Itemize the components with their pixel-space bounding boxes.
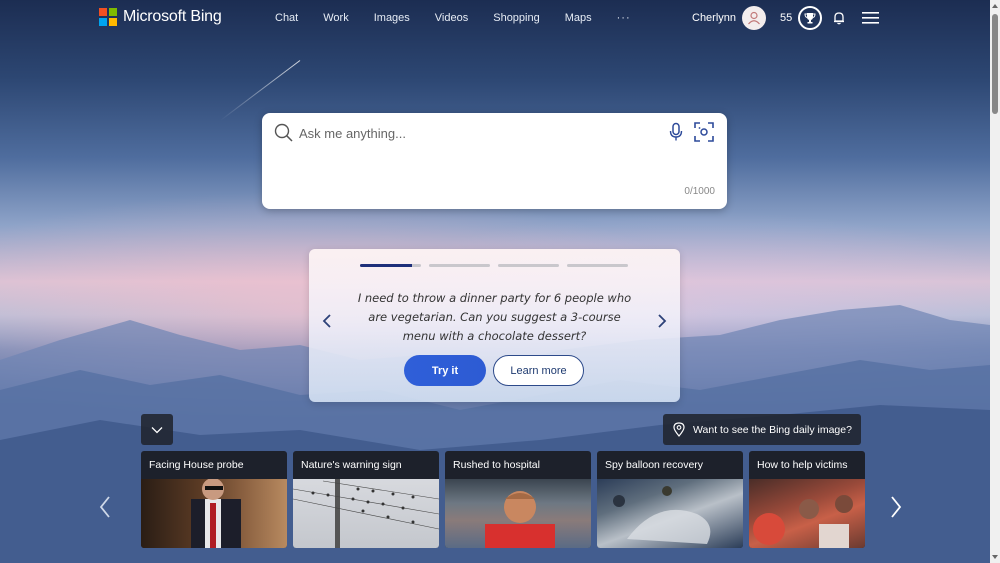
location-pin-icon xyxy=(673,422,685,437)
daily-image-label: Want to see the Bing daily image? xyxy=(693,423,852,436)
avatar[interactable] xyxy=(742,6,767,30)
news-image xyxy=(597,479,743,548)
page-scrollbar[interactable] xyxy=(990,0,1000,563)
chevron-down-icon xyxy=(151,426,163,433)
news-carousel: Facing House probe Nature's warning sign… xyxy=(141,451,865,548)
scroll-up-arrow-icon[interactable] xyxy=(991,2,999,10)
news-image xyxy=(445,479,591,548)
try-it-button[interactable]: Try it xyxy=(404,355,486,386)
header: Microsoft Bing Chat Work Images Videos S… xyxy=(0,0,990,36)
menu-button[interactable] xyxy=(862,11,880,25)
user-name[interactable]: Cherlynn xyxy=(692,12,736,24)
char-count: 0/1000 xyxy=(684,186,715,197)
bing-logo[interactable]: Microsoft Bing xyxy=(99,8,222,26)
nav-videos[interactable]: Videos xyxy=(435,12,468,24)
carousel-progress-segment[interactable] xyxy=(498,264,559,267)
learn-more-button[interactable]: Learn more xyxy=(493,355,584,386)
search-input[interactable] xyxy=(299,123,659,143)
news-card[interactable]: Facing House probe xyxy=(141,451,287,548)
news-prev-button[interactable] xyxy=(98,495,112,519)
visual-search-icon[interactable] xyxy=(694,122,714,142)
carousel-prev-button[interactable] xyxy=(321,313,333,329)
scrollbar-thumb[interactable] xyxy=(992,14,998,114)
notifications-button[interactable] xyxy=(832,11,846,25)
user-icon xyxy=(748,11,760,25)
news-card[interactable]: How to help victims xyxy=(749,451,865,548)
search-box: 0/1000 xyxy=(262,113,727,209)
carousel-progress-segment[interactable] xyxy=(567,264,628,267)
rewards-button[interactable] xyxy=(798,6,823,30)
prompt-text: I need to throw a dinner party for 6 peo… xyxy=(357,291,632,343)
news-card[interactable]: Rushed to hospital xyxy=(445,451,591,548)
microsoft-logo-icon xyxy=(99,8,117,26)
news-title: How to help victims xyxy=(757,459,848,471)
progress-fill xyxy=(360,264,412,267)
logo-text: Microsoft Bing xyxy=(123,8,222,25)
top-nav: Chat Work Images Videos Shopping Maps ··… xyxy=(275,12,656,24)
news-next-button[interactable] xyxy=(889,495,903,519)
carousel-progress-segment[interactable] xyxy=(429,264,490,267)
news-title: Facing House probe xyxy=(149,459,244,471)
news-image xyxy=(293,479,439,548)
news-title: Spy balloon recovery xyxy=(605,459,704,471)
nav-chat[interactable]: Chat xyxy=(275,12,298,24)
nav-work[interactable]: Work xyxy=(323,12,348,24)
news-card[interactable]: Nature's warning sign xyxy=(293,451,439,548)
bell-icon xyxy=(834,12,845,25)
carousel-progress xyxy=(360,264,628,267)
hamburger-icon xyxy=(862,12,880,24)
carousel-progress-segment[interactable] xyxy=(360,264,421,267)
news-title: Rushed to hospital xyxy=(453,459,540,471)
reward-points[interactable]: 55 xyxy=(780,12,792,24)
carousel-next-button[interactable] xyxy=(656,313,668,329)
chat-prompt-carousel: I need to throw a dinner party for 6 peo… xyxy=(309,249,680,402)
daily-image-button[interactable]: Want to see the Bing daily image? xyxy=(663,414,861,445)
user-area: Cherlynn 55 xyxy=(692,6,880,30)
news-title: Nature's warning sign xyxy=(301,459,402,471)
shooting-star xyxy=(219,60,301,122)
news-card[interactable]: Spy balloon recovery xyxy=(597,451,743,548)
nav-shopping[interactable]: Shopping xyxy=(493,12,540,24)
scroll-down-arrow-icon[interactable] xyxy=(991,553,999,561)
nav-maps[interactable]: Maps xyxy=(565,12,592,24)
news-image xyxy=(749,479,865,548)
search-icon xyxy=(274,123,293,142)
nav-more-button[interactable]: ··· xyxy=(617,12,631,24)
collapse-button[interactable] xyxy=(141,414,173,445)
nav-images[interactable]: Images xyxy=(374,12,410,24)
trophy-icon xyxy=(804,13,816,24)
microphone-icon[interactable] xyxy=(668,122,684,142)
news-image xyxy=(141,479,287,548)
